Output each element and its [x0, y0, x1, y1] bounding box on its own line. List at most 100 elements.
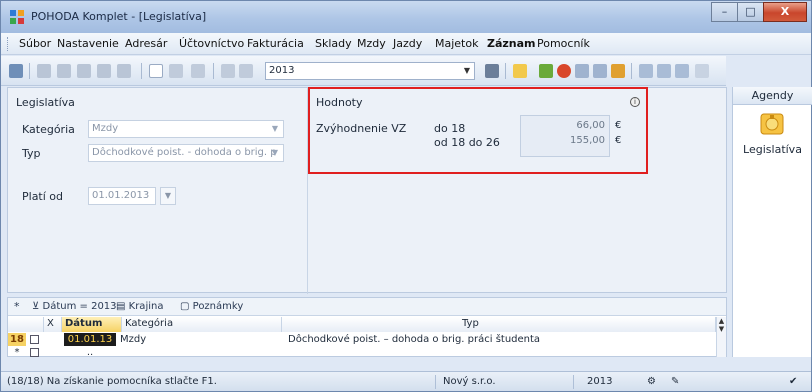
menu-adresar[interactable]: Adresár: [125, 37, 167, 50]
menu-pomocnik[interactable]: Pomocník: [537, 37, 590, 50]
globe-icon[interactable]: [557, 64, 571, 78]
new-record-icon[interactable]: [149, 64, 163, 78]
kategoria-select[interactable]: Mzdy ▼: [88, 120, 284, 138]
copy-icon[interactable]: [77, 64, 91, 78]
list-icon[interactable]: [593, 64, 607, 78]
maximize-button[interactable]: □: [737, 2, 764, 22]
menu-sklady[interactable]: Sklady: [315, 37, 352, 50]
year-select[interactable]: 2013 ▼: [265, 62, 475, 80]
column-header-rownum: [8, 317, 44, 332]
table-icon: ▤: [116, 301, 126, 312]
row-typ: Dôchodkové poist. – dohoda o brig. práci…: [288, 334, 541, 345]
legislativa-icon[interactable]: [759, 111, 785, 137]
toolbar: 2013 ▼: [1, 56, 726, 86]
row-datum: 01.01.13: [64, 333, 116, 346]
row-checkbox[interactable]: [30, 348, 39, 357]
filter-krajina[interactable]: ▤ Krajina: [116, 301, 163, 312]
year-select-value: 2013: [269, 65, 295, 76]
filter-star-button[interactable]: *: [14, 300, 20, 313]
minimize-button[interactable]: –: [711, 2, 738, 22]
toolbar-separator: [631, 63, 632, 79]
kategoria-label: Kategória: [22, 123, 75, 136]
status-message: (18/18) Na získanie pomocníka stlačte F1…: [7, 376, 217, 387]
tools-icon[interactable]: [539, 64, 553, 78]
print-preview-icon[interactable]: [57, 64, 71, 78]
menu-majetok[interactable]: Majetok: [435, 37, 478, 50]
menu-mzdy[interactable]: Mzdy: [357, 37, 386, 50]
chevron-down-icon[interactable]: ▼: [268, 122, 282, 136]
agendy-item-legislativa[interactable]: Legislatíva: [733, 143, 812, 156]
menu-subor[interactable]: Súbor: [19, 37, 51, 50]
date-picker-button[interactable]: ▼: [160, 187, 176, 205]
table-row[interactable]: 18 01.01.13 Mzdy Dôchodkové poist. – doh…: [8, 333, 716, 346]
status-separator: [573, 375, 574, 389]
table-row-new[interactable]: * ..: [8, 346, 716, 359]
export-icon[interactable]: [117, 64, 131, 78]
row-datum: ..: [86, 347, 94, 358]
toolbar-separator: [505, 63, 506, 79]
typ-label: Typ: [22, 147, 41, 160]
menu-jazdy[interactable]: Jazdy: [393, 37, 422, 50]
menu-zaznam[interactable]: Záznam: [487, 37, 536, 50]
help-icon[interactable]: [695, 64, 709, 78]
window-title: POHODA Komplet - [Legislatíva]: [31, 10, 207, 23]
column-header-datum[interactable]: Dátum: [62, 317, 122, 332]
status-year: 2013: [587, 376, 613, 387]
folder-icon[interactable]: [513, 64, 527, 78]
paste-icon[interactable]: [97, 64, 111, 78]
filter-icon[interactable]: [485, 64, 499, 78]
status-bar: (18/18) Na získanie pomocníka stlačte F1…: [1, 371, 811, 391]
calendar-icon[interactable]: [575, 64, 589, 78]
window-icon[interactable]: [639, 64, 653, 78]
check-icon[interactable]: ✔: [789, 376, 797, 387]
plati-od-value: 01.01.2013: [92, 190, 150, 201]
print-icon[interactable]: [37, 64, 51, 78]
toolbar-separator: [213, 63, 214, 79]
filter-date[interactable]: ⊻ Dátum = 2013: [32, 301, 117, 312]
filter-bar: * ⊻ Dátum = 2013 ▤ Krajina ▢ Poznámky: [8, 298, 726, 316]
legislativa-section-title: Legislatíva: [16, 96, 75, 109]
chevron-down-icon[interactable]: ▼: [268, 146, 282, 160]
menu-bar: Súbor Nastavenie Adresár Účtovníctvo Fak…: [1, 33, 811, 55]
title-bar[interactable]: POHODA Komplet - [Legislatíva] – □ X: [1, 1, 811, 33]
agendy-pane: Agendy Legislatíva: [732, 87, 812, 357]
menu-nastavenie[interactable]: Nastavenie: [57, 37, 119, 50]
row-kategoria: Mzdy: [120, 334, 147, 345]
menu-grip-icon: [7, 37, 10, 51]
typ-select[interactable]: Dôchodkové poist. - dohoda o brig. p ▼: [88, 144, 284, 162]
row-number: 18: [8, 333, 26, 346]
agenda-icon[interactable]: [9, 64, 23, 78]
plati-od-field[interactable]: 01.01.2013: [88, 187, 156, 205]
records-grid: * ⊻ Dátum = 2013 ▤ Krajina ▢ Poznámky X …: [7, 297, 727, 359]
column-header-x[interactable]: X: [44, 317, 62, 332]
typ-value: Dôchodkové poist. - dohoda o brig. p: [92, 147, 277, 158]
close-button[interactable]: X: [763, 2, 807, 22]
plati-od-label: Platí od: [22, 190, 64, 203]
delete-icon[interactable]: [191, 64, 205, 78]
chevron-down-icon[interactable]: ▼: [460, 63, 474, 79]
status-separator: [435, 375, 436, 389]
save-icon[interactable]: [221, 64, 235, 78]
users-icon[interactable]: [611, 64, 625, 78]
row-number: *: [14, 347, 20, 358]
column-header-kategoria[interactable]: Kategória: [122, 317, 282, 332]
window-icon-2[interactable]: [657, 64, 671, 78]
edit-icon[interactable]: [169, 64, 183, 78]
menu-fakturacia[interactable]: Fakturácia: [247, 37, 304, 50]
menu-uctovnictvo[interactable]: Účtovníctvo: [179, 37, 244, 50]
toolbar-separator: [29, 63, 30, 79]
column-header-typ[interactable]: Typ: [282, 317, 716, 332]
status-company: Nový s.r.o.: [443, 376, 496, 387]
pohoda-logo-icon: [10, 10, 24, 24]
agendy-header: Agendy: [733, 87, 812, 105]
app-window: POHODA Komplet - [Legislatíva] – □ X Súb…: [0, 0, 812, 392]
note-icon: ▢: [180, 301, 190, 312]
kategoria-value: Mzdy: [92, 123, 119, 134]
grid-scrollbar[interactable]: ▲ ▼: [716, 317, 726, 357]
window-icon-3[interactable]: [675, 64, 689, 78]
settings-icon[interactable]: ⚙: [647, 376, 656, 387]
filter-poznamky[interactable]: ▢ Poznámky: [180, 301, 243, 312]
pen-icon[interactable]: ✎: [671, 376, 679, 387]
cancel-icon[interactable]: [239, 64, 253, 78]
row-checkbox[interactable]: [30, 335, 39, 344]
